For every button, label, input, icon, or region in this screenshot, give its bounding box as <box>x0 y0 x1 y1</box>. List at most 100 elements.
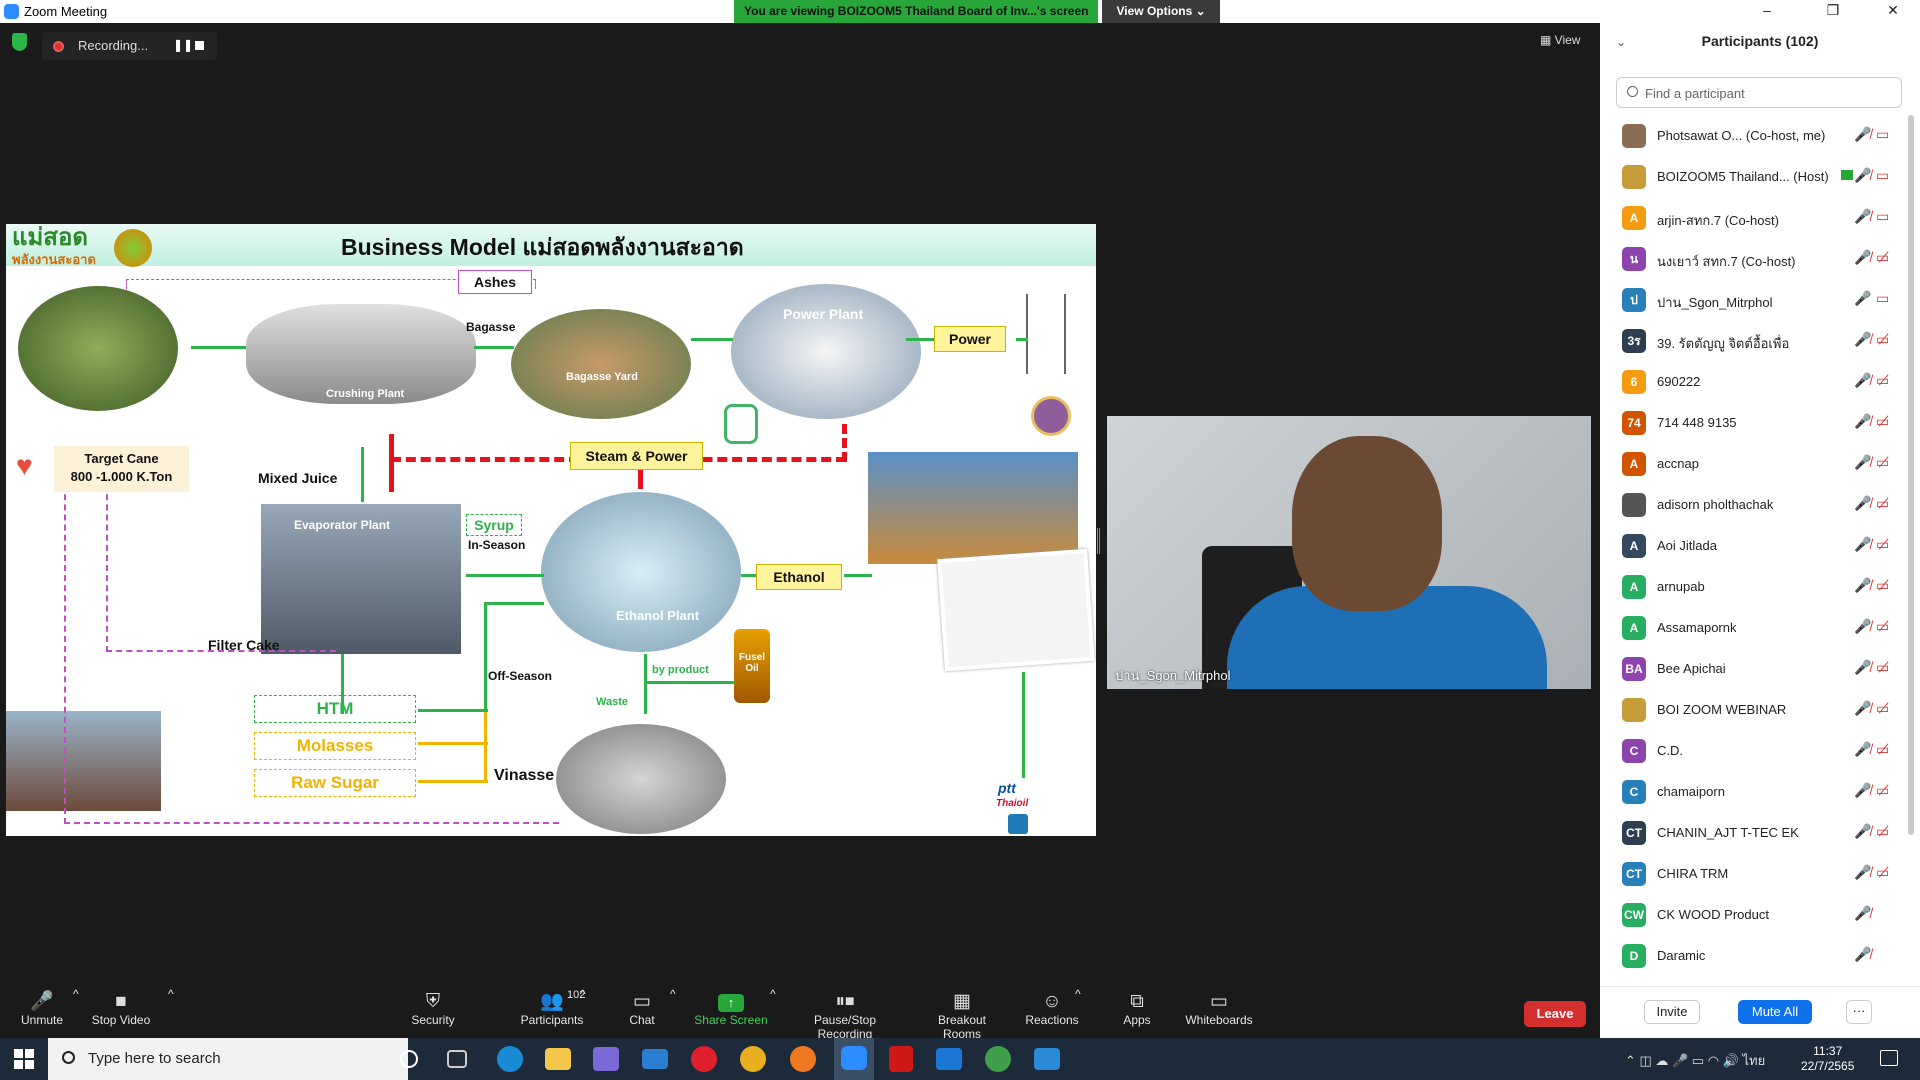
mic-muted-icon[interactable]: 🎤̸ <box>1854 413 1871 430</box>
taskbar-clock[interactable]: 11:37 22/7/2565 <box>1801 1044 1854 1074</box>
stop-video-button[interactable]: ■ Stop Video <box>88 987 154 1038</box>
cortana-icon[interactable] <box>400 1050 418 1068</box>
camera-icon[interactable]: ▭̸ <box>1876 577 1889 594</box>
file-explorer-icon[interactable] <box>545 1048 571 1070</box>
participant-row[interactable]: น นงเยาว์ สทก.7 (Co-host) 🎤̸ ▭̸ <box>1600 238 1910 279</box>
participant-row[interactable]: CT CHANIN_AJT T-TEC EK 🎤̸ ▭̸ <box>1600 812 1910 853</box>
mic-muted-icon[interactable]: 🎤̸ <box>1854 249 1871 266</box>
taskbar-search-input[interactable]: Type here to search <box>48 1038 408 1080</box>
pause-recording-icon[interactable]: ❚❚ <box>173 38 193 52</box>
camera-icon[interactable]: ▭ <box>1876 167 1889 184</box>
mic-muted-icon[interactable]: 🎤̸ <box>1854 946 1871 963</box>
participants-button[interactable]: 👥 102 Participants <box>517 987 587 1038</box>
share-screen-button[interactable]: ↑ Share Screen <box>694 987 768 1038</box>
mic-muted-icon[interactable]: 🎤̸ <box>1854 782 1871 799</box>
participant-row[interactable]: Aarnupab 🎤̸ ▭̸ <box>1600 566 1910 607</box>
zoom-taskbar-icon[interactable] <box>834 1038 874 1080</box>
reactions-options-caret[interactable]: ^ <box>1075 987 1081 1001</box>
mic-muted-icon[interactable]: 🎤̸ <box>1854 536 1871 553</box>
mic-muted-icon[interactable]: 🎤̸ <box>1854 331 1871 348</box>
shield-icon[interactable] <box>12 33 27 51</box>
camera-icon[interactable]: ▭̸ <box>1876 700 1889 717</box>
opera-icon[interactable] <box>691 1046 717 1072</box>
stop-recording-icon[interactable] <box>195 41 204 50</box>
view-button[interactable]: ▦ View <box>1540 33 1580 47</box>
participant-row[interactable]: D Daramic 🎤̸ <box>1600 935 1910 976</box>
mic-muted-icon[interactable]: 🎤̸ <box>1854 208 1871 225</box>
participant-row[interactable]: CT CHIRA TRM 🎤̸ ▭̸ <box>1600 853 1910 894</box>
reactions-button[interactable]: ☺ Reactions <box>1024 987 1080 1038</box>
camera-icon[interactable]: ▭̸ <box>1876 823 1889 840</box>
camera-icon[interactable]: ▭̸ <box>1876 495 1889 512</box>
camera-icon[interactable]: ▭̸ <box>1876 249 1889 266</box>
security-button[interactable]: ⛨ Security <box>405 987 461 1038</box>
mic-muted-icon[interactable]: 🎤̸ <box>1854 126 1871 143</box>
chat-button[interactable]: ▭ Chat <box>622 987 662 1038</box>
system-tray[interactable]: ⌃ ◫ ☁ 🎤 ▭ ◠ 🔊 ไทย <box>1625 1050 1765 1071</box>
camera-icon[interactable]: ▭ <box>1876 126 1889 143</box>
participant-row[interactable]: A Aoi Jitlada 🎤̸ ▭̸ <box>1600 525 1910 566</box>
camera-icon[interactable]: ▭̸ <box>1876 659 1889 676</box>
mic-muted-icon[interactable]: 🎤̸ <box>1854 741 1871 758</box>
participant-row[interactable]: 6 690222 🎤̸ ▭̸ <box>1600 361 1910 402</box>
leave-button[interactable]: Leave <box>1524 1001 1586 1027</box>
mic-muted-icon[interactable]: 🎤̸ <box>1854 864 1871 881</box>
camera-icon[interactable]: ▭̸ <box>1876 782 1889 799</box>
minimize-button[interactable]: – <box>1744 0 1790 23</box>
store-icon[interactable] <box>593 1047 619 1071</box>
share-options-caret[interactable]: ^ <box>770 987 776 1001</box>
speaker-video[interactable]: ปาน_Sgon_Mitrphol <box>1107 416 1591 689</box>
mic-muted-icon[interactable]: 🎤̸ <box>1854 577 1871 594</box>
camera-icon[interactable]: ▭̸ <box>1876 331 1889 348</box>
mic-muted-icon[interactable]: 🎤̸ <box>1854 618 1871 635</box>
audio-options-caret[interactable]: ^ <box>73 987 79 1001</box>
participant-row[interactable]: Aaccnap 🎤̸ ▭̸ <box>1600 443 1910 484</box>
acrobat-icon[interactable] <box>889 1046 913 1072</box>
participant-row[interactable]: 3ร 39. รัตตัญญู จิตต์อื้อเพื่อ 🎤̸ ▭̸ <box>1600 320 1910 361</box>
split-divider-handle[interactable] <box>1097 528 1100 554</box>
participant-row[interactable]: BOIZOOM5 Thailand... (Host) 🎤̸ ▭ <box>1600 156 1910 197</box>
camera-icon[interactable]: ▭̸ <box>1876 618 1889 635</box>
breakout-rooms-button[interactable]: ▦ Breakout Rooms <box>918 987 1006 1041</box>
language-indicator[interactable]: ไทย <box>1742 1053 1765 1068</box>
mute-all-button[interactable]: Mute All <box>1738 1000 1812 1024</box>
photos-icon[interactable] <box>1034 1048 1060 1070</box>
mic-muted-icon[interactable]: 🎤̸ <box>1854 454 1871 471</box>
mic-muted-icon[interactable]: 🎤̸ <box>1854 372 1871 389</box>
participant-row[interactable]: adisorn pholthachak 🎤̸ ▭̸ <box>1600 484 1910 525</box>
participant-row[interactable]: Photsawat O... (Co-host, me) 🎤̸ ▭ <box>1600 115 1910 156</box>
camera-icon[interactable]: ▭̸ <box>1876 454 1889 471</box>
restore-button[interactable]: ❐ <box>1810 0 1856 23</box>
task-view-icon[interactable] <box>447 1050 467 1068</box>
chrome-icon[interactable] <box>740 1046 766 1072</box>
participant-row[interactable]: BOI ZOOM WEBINAR 🎤̸ ▭̸ <box>1600 689 1910 730</box>
chat-options-caret[interactable]: ^ <box>670 987 676 1001</box>
view-options-button[interactable]: View Options ⌄ <box>1102 0 1220 23</box>
windows-start-icon[interactable] <box>14 1049 34 1069</box>
participants-options-caret[interactable]: ^ <box>580 987 586 1001</box>
mic-muted-icon[interactable]: 🎤̸ <box>1854 700 1871 717</box>
invite-button[interactable]: Invite <box>1644 1000 1700 1024</box>
unmute-button[interactable]: 🎤 Unmute <box>18 987 66 1038</box>
participant-row[interactable]: Cchamaiporn 🎤̸ ▭̸ <box>1600 771 1910 812</box>
mic-muted-icon[interactable]: 🎤̸ <box>1854 659 1871 676</box>
apps-button[interactable]: ⧉ Apps <box>1120 987 1154 1038</box>
edge-icon[interactable] <box>497 1046 523 1072</box>
participant-row[interactable]: C C.D. 🎤̸ ▭̸ <box>1600 730 1910 771</box>
mic-muted-icon[interactable]: 🎤̸ <box>1854 167 1871 184</box>
notifications-icon[interactable] <box>1880 1050 1898 1066</box>
mic-muted-icon[interactable]: 🎤 <box>1854 290 1871 307</box>
close-button[interactable]: ✕ <box>1870 0 1916 23</box>
participant-row[interactable]: Aarjin-สทก.7 (Co-host) 🎤̸ ▭ <box>1600 197 1910 238</box>
mic-muted-icon[interactable]: 🎤̸ <box>1854 905 1871 922</box>
participant-search-input[interactable]: Find a participant <box>1616 77 1902 108</box>
video-options-caret[interactable]: ^ <box>168 987 174 1001</box>
camera-icon[interactable]: ▭ <box>1876 208 1889 225</box>
participant-row[interactable]: BA Bee Apichai 🎤̸ ▭̸ <box>1600 648 1910 689</box>
camera-icon[interactable]: ▭̸ <box>1876 372 1889 389</box>
camera-icon[interactable]: ▭̸ <box>1876 864 1889 881</box>
participant-scrollbar[interactable] <box>1908 115 1914 835</box>
camera-icon[interactable]: ▭̸ <box>1876 413 1889 430</box>
participant-row[interactable]: A Assamapornk 🎤̸ ▭̸ <box>1600 607 1910 648</box>
media-player-icon[interactable] <box>936 1048 962 1070</box>
